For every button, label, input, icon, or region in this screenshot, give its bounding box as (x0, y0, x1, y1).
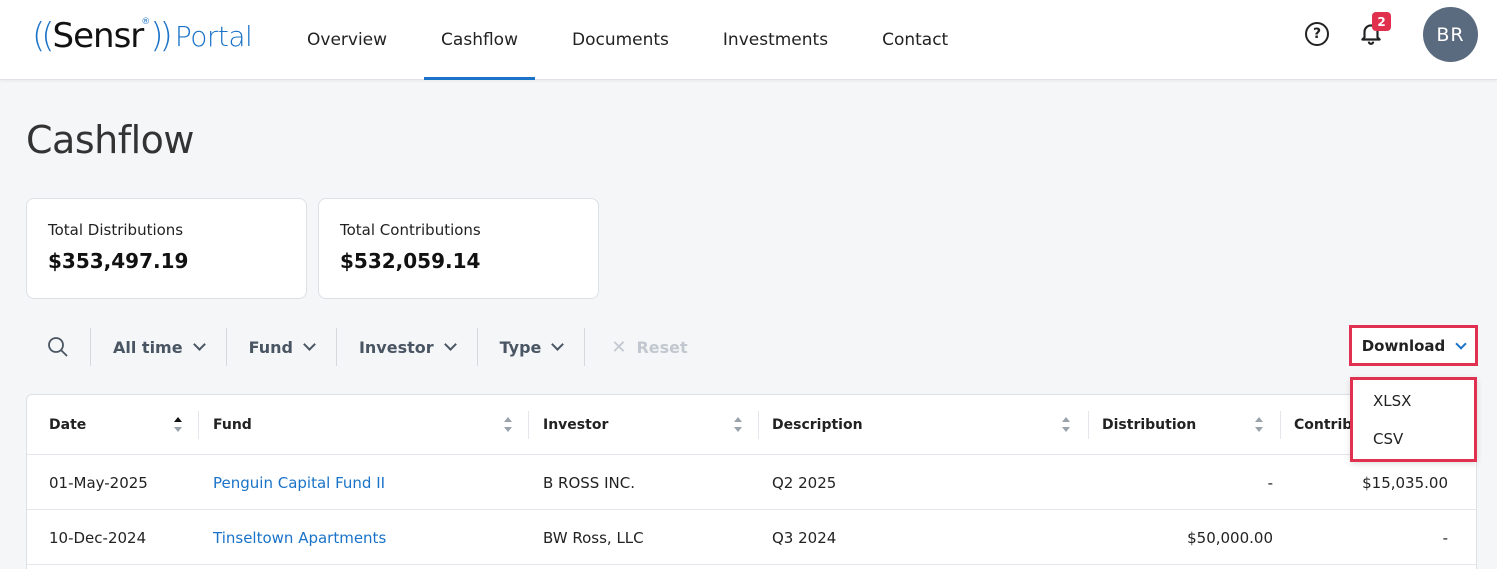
chevron-down-icon (303, 338, 316, 351)
sort-icon (1061, 417, 1071, 435)
cell-contribution: $15,035.00 (1362, 473, 1448, 492)
cell-investor: BW Ross, LLC (543, 528, 644, 547)
sort-icon (733, 417, 743, 435)
column-header-investor[interactable]: Investor (529, 395, 759, 455)
cell-fund-link[interactable]: Tinseltown Apartments (213, 510, 386, 565)
chevron-down-icon (551, 338, 565, 351)
column-header-description[interactable]: Description (759, 395, 1089, 455)
sort-icon (173, 417, 183, 435)
nav-documents[interactable]: Documents (545, 0, 696, 80)
chevron-down-icon (192, 338, 206, 351)
card-value: $353,497.19 (48, 249, 189, 273)
nav-investments[interactable]: Investments (696, 0, 855, 80)
total-distributions-card: Total Distributions $353,497.19 (26, 198, 307, 299)
sensr-portal-logo[interactable]: ((Sensr ®)) Portal (32, 14, 253, 58)
chevron-down-icon (1455, 337, 1467, 350)
cell-date: 10-Dec-2024 (49, 528, 147, 547)
filter-bar: All time Fund Investor Type ✕ Reset (26, 327, 726, 367)
avatar[interactable]: BR (1423, 7, 1478, 62)
filter-investor[interactable]: Investor (337, 327, 477, 367)
download-option-csv[interactable]: CSV (1373, 430, 1403, 448)
download-menu: XLSX CSV (1350, 377, 1477, 462)
total-contributions-card: Total Contributions $532,059.14 (318, 198, 599, 299)
download-button[interactable]: Download (1349, 325, 1478, 366)
cell-contribution: - (1442, 528, 1448, 547)
top-bar: ((Sensr ®)) Portal Overview Cashflow Docum… (0, 0, 1497, 80)
sort-icon (503, 417, 513, 435)
table-header: Date Fund Investor Description Distribut… (27, 395, 1476, 455)
main-nav: Overview Cashflow Documents Investments … (280, 0, 975, 80)
column-header-date[interactable]: Date (27, 395, 199, 455)
reset-button[interactable]: ✕ Reset (585, 327, 713, 367)
card-value: $532,059.14 (340, 249, 481, 273)
table-row[interactable]: 01-May-2025 Penguin Capital Fund II B RO… (27, 455, 1476, 510)
cell-date: 01-May-2025 (49, 473, 148, 492)
help-icon[interactable]: ? (1305, 22, 1329, 46)
search-icon[interactable] (26, 327, 90, 367)
cell-fund-link[interactable]: Penguin Capital Fund II (213, 455, 385, 510)
cell-description: Q3 2024 (772, 528, 837, 547)
nav-contact[interactable]: Contact (855, 0, 975, 80)
nav-overview[interactable]: Overview (280, 0, 414, 80)
card-label: Total Contributions (340, 221, 481, 239)
cell-investor: B ROSS INC. (543, 473, 635, 492)
close-icon: ✕ (611, 336, 627, 358)
card-label: Total Distributions (48, 221, 184, 239)
filter-type[interactable]: Type (478, 327, 585, 367)
notifications-button[interactable]: 2 (1358, 12, 1391, 48)
column-header-distribution[interactable]: Distribution (1089, 395, 1281, 455)
filter-date-range[interactable]: All time (91, 327, 226, 367)
cashflow-table: Date Fund Investor Description Distribut… (26, 394, 1477, 569)
download-option-xlsx[interactable]: XLSX (1373, 392, 1411, 410)
notification-badge: 2 (1372, 12, 1391, 31)
cell-distribution: - (1267, 473, 1273, 492)
table-row[interactable]: 10-Dec-2024 Tinseltown Apartments BW Ros… (27, 510, 1476, 565)
sort-icon (1254, 417, 1264, 435)
column-header-fund[interactable]: Fund (199, 395, 529, 455)
filter-fund[interactable]: Fund (227, 327, 336, 367)
cell-distribution: $50,000.00 (1187, 528, 1273, 547)
chevron-down-icon (443, 338, 457, 351)
page-title: Cashflow (26, 118, 194, 162)
nav-cashflow[interactable]: Cashflow (414, 0, 545, 80)
cell-description: Q2 2025 (772, 473, 837, 492)
